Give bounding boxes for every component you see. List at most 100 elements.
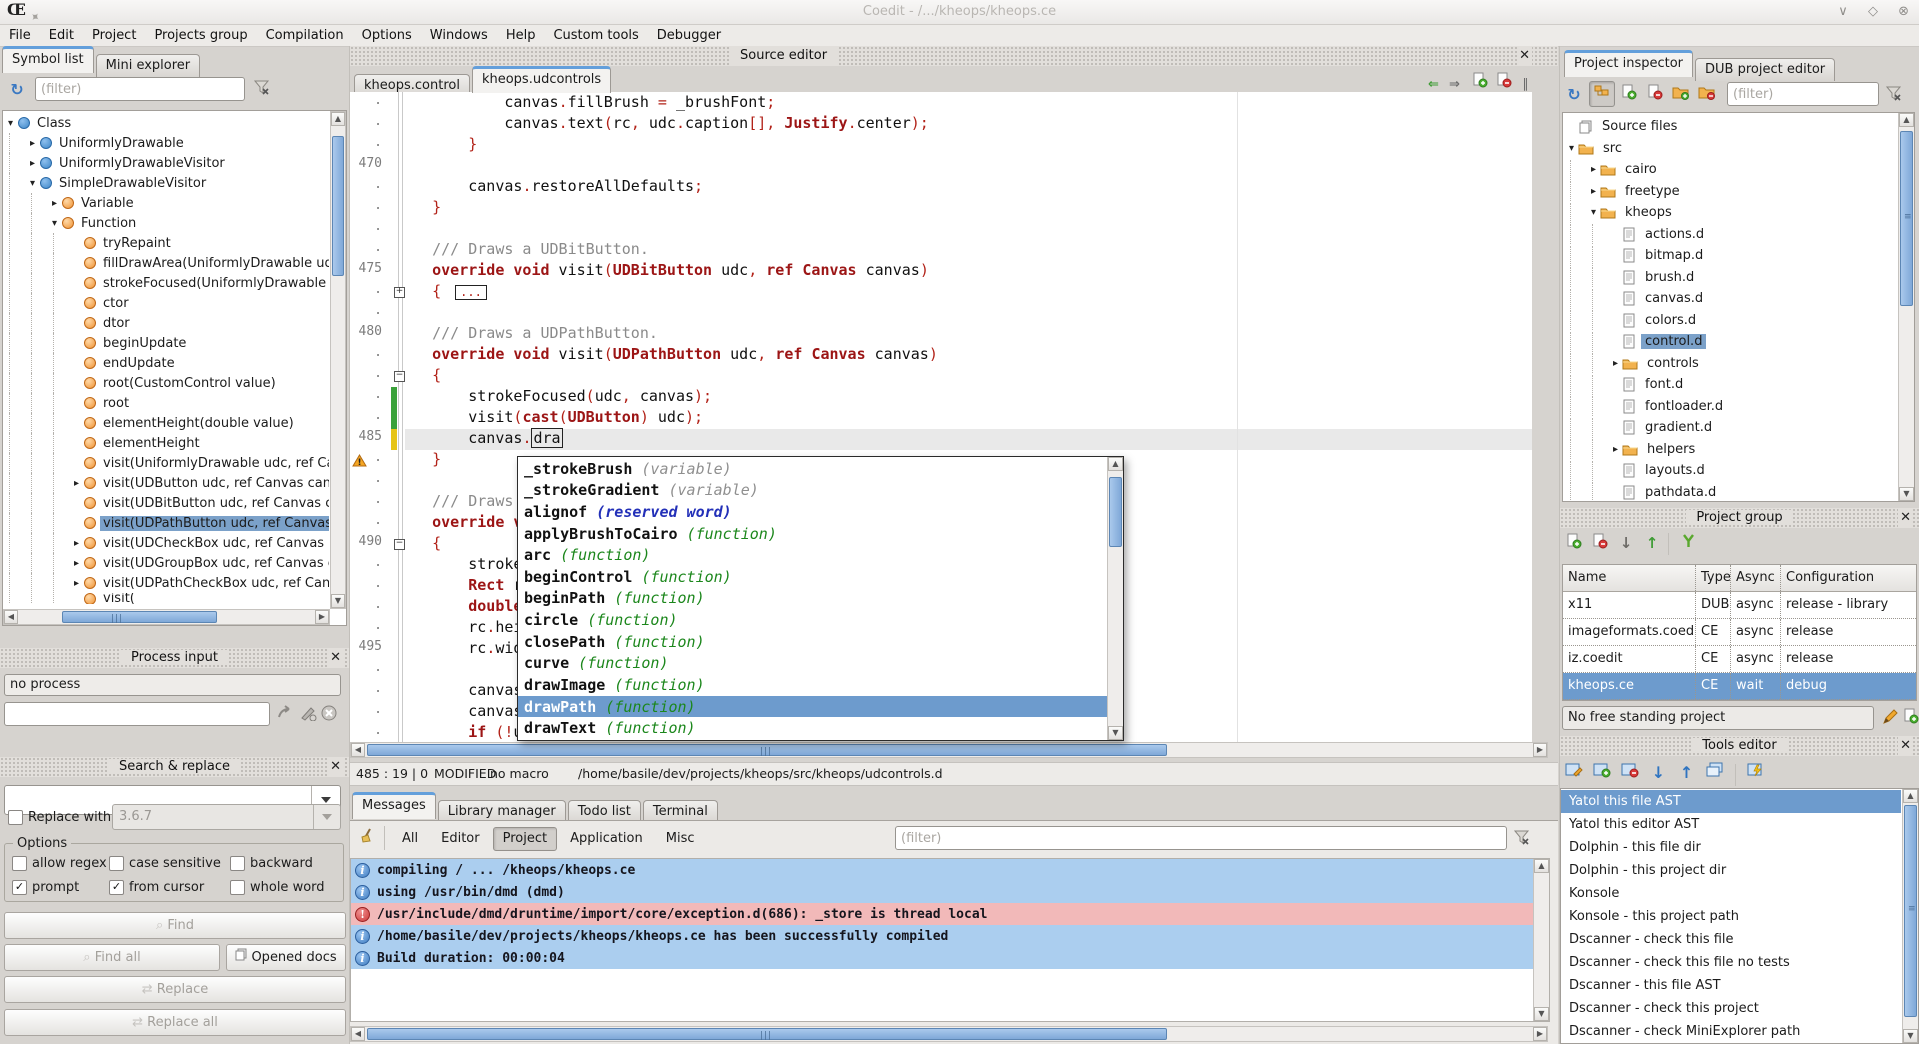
symbol-tree-vscrollbar[interactable]: ▲ ▼: [330, 111, 346, 609]
symbol-tree-row[interactable]: visit(UniformlyDrawable udc, ref Ca: [4, 453, 329, 473]
checkbox-allow-regex[interactable]: allow regex: [12, 856, 107, 871]
scroll-down-icon[interactable]: ▼: [1899, 487, 1914, 501]
filter-editor[interactable]: Editor: [431, 827, 489, 851]
completion-item[interactable]: _strokeGradient (variable): [518, 480, 1107, 502]
code-line[interactable]: override void visit(UDBitButton udc, ref…: [396, 261, 1532, 282]
symbol-tree-row[interactable]: root(CustomControl value): [4, 373, 329, 393]
nav-back-icon[interactable]: ⇐: [1428, 77, 1439, 92]
tool-item[interactable]: Konsole - this project path: [1561, 905, 1901, 928]
find-all-button[interactable]: ⌕ Find all: [4, 944, 220, 971]
symbol-tree-row[interactable]: ▸UniformlyDrawable: [4, 133, 329, 153]
filter-project[interactable]: Project: [493, 827, 557, 851]
code-line[interactable]: [396, 219, 1532, 240]
expander-icon[interactable]: ▾: [26, 178, 39, 189]
expander-icon[interactable]: ▸: [1587, 164, 1600, 175]
fold-ellipsis[interactable]: ...: [455, 285, 487, 300]
expander-icon[interactable]: ▸: [1587, 186, 1600, 197]
file-tree-row[interactable]: layouts.d: [1565, 460, 1897, 482]
filter-application[interactable]: Application: [560, 827, 653, 851]
new-free-project-icon[interactable]: [1903, 708, 1919, 728]
message-row[interactable]: !/usr/include/dmd/druntime/import/core/e…: [351, 903, 1533, 925]
file-tree-row[interactable]: colors.d: [1565, 310, 1897, 332]
menu-help[interactable]: Help: [497, 25, 545, 46]
completion-item[interactable]: drawText (function): [518, 717, 1107, 739]
files-filter-input[interactable]: [1727, 82, 1879, 106]
file-tree-row[interactable]: ▸controls: [1565, 353, 1897, 375]
symbol-tree-row[interactable]: ▸UniformlyDrawableVisitor: [4, 153, 329, 173]
fold-collapsed-icon[interactable]: +: [394, 287, 405, 298]
tool-item[interactable]: Dscanner - check this file: [1561, 928, 1901, 951]
column-header[interactable]: Configuration: [1781, 565, 1916, 591]
symbol-tree-row[interactable]: visit(: [4, 593, 329, 604]
symbol-tree-row[interactable]: elementHeight(double value): [4, 413, 329, 433]
close-document-icon[interactable]: [1496, 77, 1512, 92]
message-row[interactable]: iusing /usr/bin/dmd (dmd): [351, 881, 1533, 903]
replace-all-button[interactable]: ⇄ Replace all: [4, 1009, 346, 1036]
code-line[interactable]: {: [396, 366, 1532, 387]
messages-vscrollbar[interactable]: ▲ ▼: [1533, 859, 1549, 1021]
symbol-tree-row[interactable]: elementHeight: [4, 433, 329, 453]
symbol-tree-row[interactable]: tryRepaint: [4, 233, 329, 253]
column-header[interactable]: Async: [1731, 565, 1781, 591]
file-tree-row[interactable]: ▾src: [1565, 138, 1897, 160]
editor-tab-kheops-udcontrols[interactable]: kheops.udcontrols: [472, 66, 611, 93]
tab-symbol-list[interactable]: Symbol list: [2, 46, 94, 73]
menu-project[interactable]: Project: [83, 25, 145, 46]
scroll-up-icon[interactable]: ▲: [1108, 457, 1123, 471]
scroll-down-icon[interactable]: ▼: [1108, 726, 1123, 740]
file-tree-row[interactable]: font.d: [1565, 374, 1897, 396]
refresh-files-button[interactable]: ↻: [1562, 82, 1586, 106]
add-file-button[interactable]: [1617, 82, 1641, 106]
code-line[interactable]: strokeFocused(udc, canvas);: [396, 387, 1532, 408]
tool-item[interactable]: Dolphin - this file dir: [1561, 836, 1901, 859]
scroll-up-icon[interactable]: ▲: [1903, 789, 1918, 803]
find-button[interactable]: ⌕ Find: [4, 912, 346, 939]
completion-item[interactable]: applyBrushToCairo (function): [518, 523, 1107, 545]
expander-icon[interactable]: ▸: [70, 558, 83, 569]
filter-all[interactable]: All: [392, 827, 428, 851]
expander-icon[interactable]: ▸: [1609, 358, 1622, 369]
scroll-up-icon[interactable]: ▲: [1899, 113, 1914, 127]
scroll-left-icon[interactable]: ◀: [4, 610, 18, 624]
scroll-right-icon[interactable]: ▶: [315, 610, 329, 624]
completion-item[interactable]: alignof (reserved word): [518, 501, 1107, 523]
expander-icon[interactable]: ▾: [1587, 207, 1600, 218]
pen-input-icon[interactable]: [299, 705, 317, 725]
new-document-icon[interactable]: [1472, 77, 1488, 92]
close-panel-icon[interactable]: ✕: [1898, 508, 1913, 528]
symbol-tree-row[interactable]: ▸visit(UDPathCheckBox udc, ref Can: [4, 573, 329, 593]
filter-misc[interactable]: Misc: [656, 827, 705, 851]
tree-structure-button[interactable]: [1589, 81, 1615, 107]
scroll-thumb[interactable]: [332, 136, 344, 276]
opened-docs-button[interactable]: Opened docs: [226, 944, 346, 971]
completion-item[interactable]: arc (function): [518, 544, 1107, 566]
nav-forward-icon[interactable]: ⇒: [1449, 77, 1460, 92]
minimize-icon[interactable]: ∨: [1838, 4, 1848, 19]
completion-item[interactable]: _strokeBrush (variable): [518, 458, 1107, 480]
completion-scrollbar[interactable]: ▲ ▼: [1107, 457, 1123, 740]
symbol-tree-row[interactable]: ▸visit(UDGroupBox udc, ref Canvas c: [4, 553, 329, 573]
completion-item[interactable]: beginControl (function): [518, 566, 1107, 588]
expander-icon[interactable]: ▸: [26, 158, 39, 169]
message-filter-input[interactable]: [895, 826, 1507, 850]
file-tree-row[interactable]: fontloader.d: [1565, 396, 1897, 418]
scroll-thumb[interactable]: |||: [367, 1028, 1167, 1040]
move-tool-up-icon[interactable]: ↑: [1675, 761, 1699, 785]
tool-item[interactable]: Dscanner - check this project: [1561, 997, 1901, 1020]
checkbox-case-sensitive[interactable]: case sensitive: [109, 856, 221, 871]
symbol-tree-row[interactable]: dtor: [4, 313, 329, 333]
symbol-tree-row[interactable]: fillDrawArea(UniformlyDrawable ud: [4, 253, 329, 273]
messages-hscrollbar[interactable]: ◀ ▶ |||: [350, 1026, 1548, 1042]
editor-hscrollbar[interactable]: ◀ ▶ |||: [350, 742, 1548, 758]
replace-button[interactable]: ⇄ Replace: [4, 976, 346, 1003]
completion-item[interactable]: drawPath (function): [518, 696, 1107, 718]
add-project-button[interactable]: [1562, 531, 1586, 555]
menu-debugger[interactable]: Debugger: [648, 25, 730, 46]
file-tree-row[interactable]: ▸cairo: [1565, 159, 1897, 181]
close-panel-icon[interactable]: ✕: [1517, 46, 1532, 66]
clear-filter-icon[interactable]: [1886, 86, 1902, 105]
files-vscrollbar[interactable]: ▲ ▼ ≡: [1898, 113, 1914, 501]
completion-item[interactable]: beginPath (function): [518, 588, 1107, 610]
checkbox-backward[interactable]: backward: [230, 856, 313, 871]
code-line[interactable]: visit(cast(UDButton) udc);: [396, 408, 1532, 429]
